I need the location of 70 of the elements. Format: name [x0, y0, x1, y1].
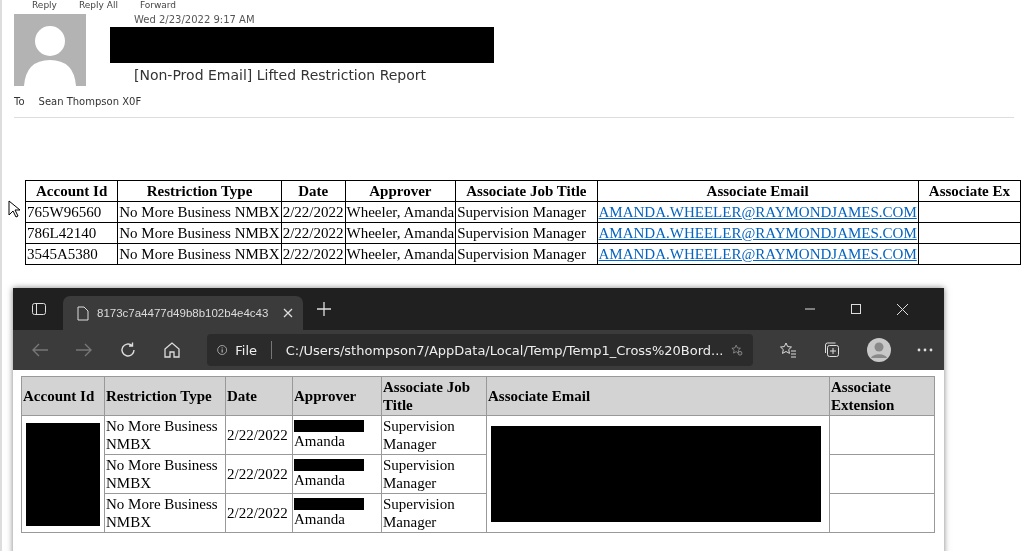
column-header: Associate Job Title	[381, 376, 487, 416]
table-cell: 2/22/2022	[281, 222, 346, 244]
table-cell-text: Amanda	[294, 510, 346, 528]
table-cell: 786L42140	[25, 222, 118, 244]
reply-action[interactable]: Reply All	[78, 0, 118, 10]
cursor-icon	[8, 200, 20, 218]
table-cell: 765W96560	[25, 201, 118, 223]
column-header: Date	[225, 376, 293, 416]
favorites-icon[interactable]	[779, 341, 797, 359]
column-header: Associate Email	[597, 180, 919, 202]
url-text: C:/Users/sthompson7/AppData/Local/Temp/Temp1_Cross%20Bord...	[285, 342, 724, 358]
more-icon[interactable]	[917, 348, 933, 352]
column-header: Date	[281, 180, 346, 202]
browser-tab[interactable]: 8173c7a4477d49b8b102b4e4c43	[63, 296, 303, 330]
page-icon	[77, 305, 89, 321]
table-cell: 2/22/2022	[281, 243, 346, 265]
table-cell: Wheeler, Amanda	[345, 201, 456, 223]
timestamp: Wed 2/23/2022 9:17 AM	[134, 14, 256, 25]
forward-icon[interactable]	[75, 343, 93, 357]
close-icon[interactable]	[897, 303, 908, 315]
table-cell: 2/22/2022	[281, 201, 346, 223]
table-cell: 3545A5380	[25, 243, 118, 265]
profile-icon[interactable]	[867, 338, 891, 362]
email-subject: [Non-Prod Email] Lifted Restriction Report	[134, 67, 428, 83]
table-cell-text: Amanda	[294, 432, 346, 450]
close-icon[interactable]	[283, 308, 293, 318]
table-cell: 2/22/2022	[225, 454, 293, 494]
avatar-icon	[14, 14, 86, 86]
table-cell: No More Business NMBX	[104, 454, 226, 494]
recipient: Sean Thompson X0F	[38, 96, 142, 107]
table-cell: Supervision Manager	[455, 201, 597, 223]
table-cell: No More Business NMBX	[104, 493, 226, 533]
table-cell: No More Business NMBX	[117, 243, 282, 265]
column-header: Associate Job Title	[455, 180, 597, 202]
column-header: Restriction Type	[117, 180, 282, 202]
file-label: File	[235, 342, 258, 358]
column-header: Associate Email	[486, 376, 830, 416]
table-cell-text: Amanda	[294, 471, 346, 489]
collections-icon[interactable]	[823, 341, 841, 359]
table-cell: Supervision Manager	[455, 243, 597, 265]
column-header: Approver	[345, 180, 456, 202]
table-cell: 2/22/2022	[225, 415, 293, 455]
tab-actions-icon[interactable]	[31, 301, 47, 317]
reply-action[interactable]: Reply	[32, 0, 57, 10]
column-header: Associate Ex	[918, 180, 1021, 202]
info-icon[interactable]	[217, 342, 228, 358]
table-cell: Wheeler, Amanda	[345, 243, 456, 265]
back-icon[interactable]	[31, 343, 49, 357]
redaction-bar	[294, 459, 364, 471]
address-bar[interactable]: File C:/Users/sthompson7/AppData/Local/Temp/Temp1_Cross%20Bord...	[207, 334, 753, 366]
new-tab-icon[interactable]	[317, 302, 331, 316]
redaction-bar	[294, 498, 364, 510]
column-header: Associate Extension	[829, 376, 935, 416]
table-cell: Supervision Manager	[455, 222, 597, 244]
table-cell: 2/22/2022	[225, 493, 293, 533]
maximize-icon[interactable]	[851, 304, 861, 314]
to-label: To	[14, 96, 25, 107]
table-cell: Supervision Manager	[381, 415, 487, 455]
column-header: Approver	[292, 376, 382, 416]
column-header: Account Id	[25, 180, 118, 202]
table-cell: No More Business NMBX	[117, 201, 282, 223]
table-cell: No More Business NMBX	[104, 415, 226, 455]
reply-action[interactable]: Forward	[139, 0, 177, 10]
table-cell: Wheeler, Amanda	[345, 222, 456, 244]
column-header: Restriction Type	[104, 376, 226, 416]
refresh-icon[interactable]	[119, 341, 137, 359]
column-header: Account Id	[21, 376, 105, 416]
table-cell: No More Business NMBX	[117, 222, 282, 244]
redaction-bar	[294, 420, 364, 432]
home-icon[interactable]	[163, 341, 181, 359]
